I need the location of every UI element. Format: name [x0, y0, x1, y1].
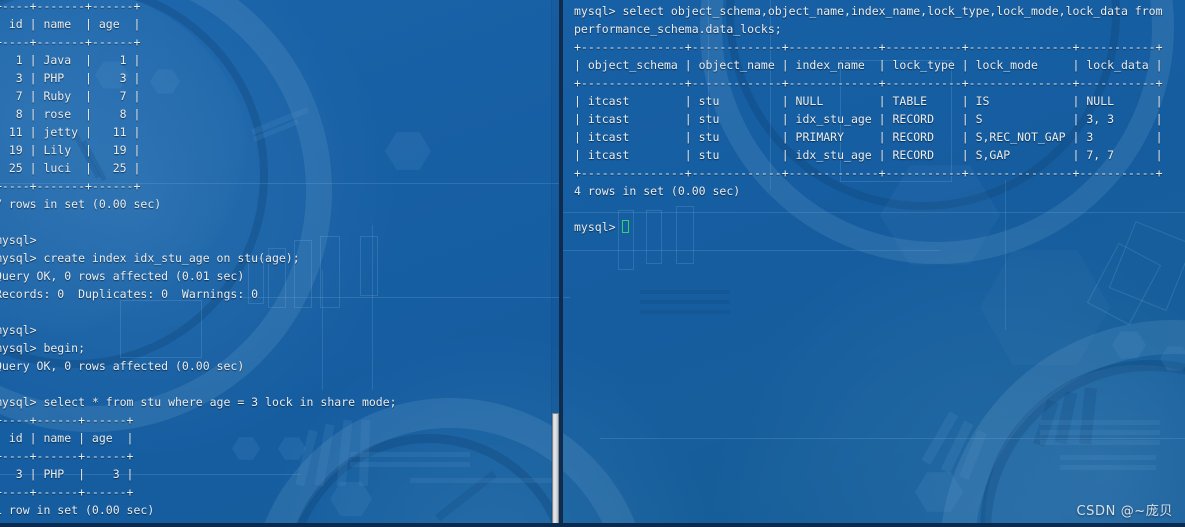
terminal-line: mysql> select object_schema,object_name,… [574, 4, 1163, 18]
scrollbar-thumb[interactable] [552, 413, 559, 527]
terminal-line: 4 rows in set (0.00 sec) [574, 184, 741, 198]
taskbar-sliver [0, 523, 1185, 527]
terminal-line: | id | name | age | [0, 17, 141, 31]
csdn-watermark: CSDN @~庞贝 [1076, 504, 1173, 519]
terminal-line: +----+-------+------+ [0, 35, 141, 49]
terminal-line: +---------------+-------------+---------… [574, 40, 1163, 54]
terminal-line: | 1 | Java | 1 | [0, 53, 141, 67]
terminal-line: | itcast | stu | PRIMARY | RECORD | S,RE… [574, 130, 1163, 144]
terminal-line: mysql> begin; [0, 341, 86, 355]
terminal-line: | itcast | stu | NULL | TABLE | IS | NUL… [574, 94, 1163, 108]
terminal-line: performance_schema.data_locks; [574, 22, 782, 36]
terminal-line: +---------------+-------------+---------… [574, 76, 1163, 90]
terminal-line: | 25 | luci | 25 | [0, 161, 141, 175]
terminal-line: +----+-------+------+ [0, 0, 141, 13]
terminal-line: Records: 0 Duplicates: 0 Warnings: 0 [0, 287, 259, 301]
terminal-line: 1 row in set (0.00 sec) [0, 503, 155, 517]
terminal-line: | object_schema | object_name | index_na… [574, 58, 1163, 72]
terminal-line: | 3 | PHP | 3 | [0, 71, 141, 85]
terminal-line: | 19 | Lily | 19 | [0, 143, 141, 157]
terminal-window-left[interactable]: +----+-------+------+ | id | name | age |… [0, 0, 552, 527]
terminal-line: mysql> [0, 323, 37, 337]
terminal-window-right[interactable]: mysql> select object_schema,object_name,… [563, 0, 1185, 527]
terminal-line: | itcast | stu | idx_stu_age | RECORD | … [574, 112, 1163, 126]
terminal-line: Query OK, 0 rows affected (0.00 sec) [0, 359, 245, 373]
terminal-line: | 3 | PHP | 3 | [0, 467, 134, 481]
text-cursor [622, 220, 630, 233]
terminal-line: | itcast | stu | idx_stu_age | RECORD | … [574, 148, 1163, 162]
terminal-line: +----+------+------+ [0, 485, 134, 499]
terminal-line: +----+------+------+ [0, 413, 134, 427]
terminal-left-output: +----+-------+------+ | id | name | age |… [0, 0, 552, 519]
terminal-line: Query OK, 0 rows affected (0.01 sec) [0, 269, 245, 283]
terminal-line: 7 rows in set (0.00 sec) [0, 197, 162, 211]
terminal-line: | 7 | Ruby | 7 | [0, 89, 141, 103]
terminal-line: mysql> create index idx_stu_age on stu(a… [0, 251, 300, 265]
terminal-line: +----+------+------+ [0, 449, 134, 463]
terminal-line: mysql> [574, 218, 1185, 236]
terminal-line: | id | name | age | [0, 431, 134, 445]
terminal-line: mysql> select * from stu where age = 3 l… [0, 395, 397, 409]
desktop-screen: +----+-------+------+ | id | name | age |… [0, 0, 1185, 527]
terminal-line: | 8 | rose | 8 | [0, 107, 141, 121]
terminal-line: | 11 | jetty | 11 | [0, 125, 141, 139]
terminal-line: mysql> [0, 233, 37, 247]
terminal-line: +----+-------+------+ [0, 179, 141, 193]
terminal-right-output: mysql> select object_schema,object_name,… [574, 2, 1185, 236]
terminal-line: +---------------+-------------+---------… [574, 166, 1163, 180]
